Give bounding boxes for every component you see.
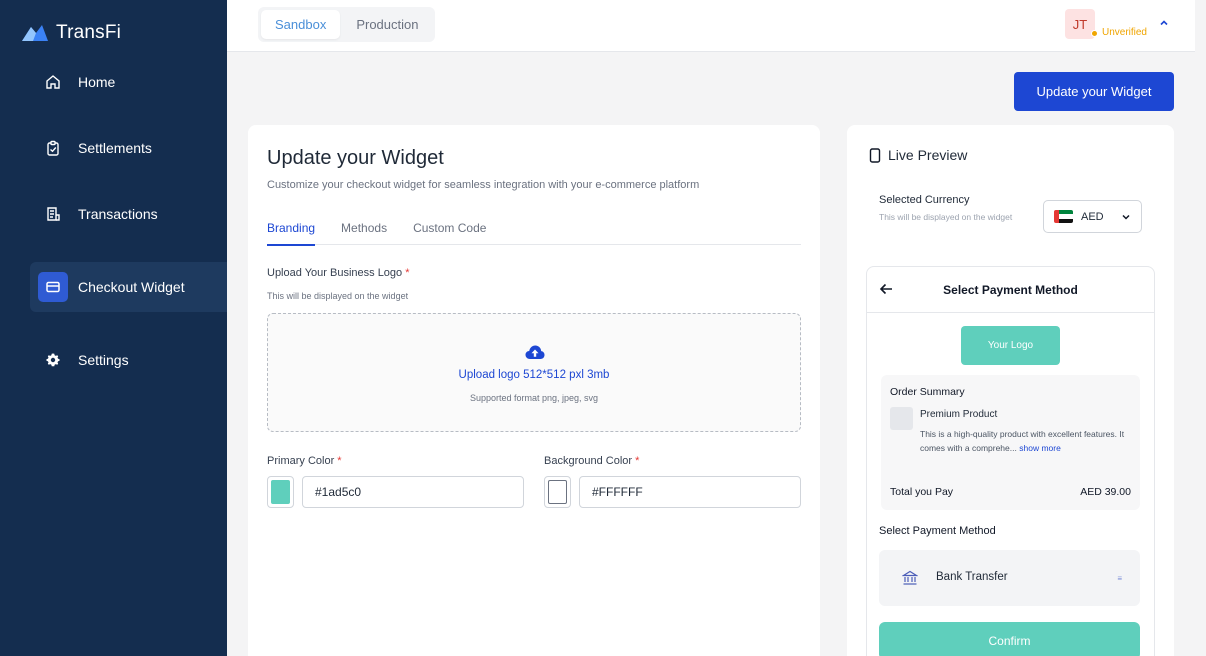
primary-color-label: Primary Color * xyxy=(267,455,342,467)
sidebar-item-settings[interactable]: Settings xyxy=(30,335,227,385)
card-icon xyxy=(38,272,68,302)
bank-icon xyxy=(902,570,918,585)
gear-icon xyxy=(38,345,68,375)
status-dot xyxy=(1090,30,1098,37)
product-description: This is a high-quality product with exce… xyxy=(920,427,1128,455)
logo-field-hint: This will be displayed on the widget xyxy=(267,291,409,301)
confirm-button[interactable]: Confirm xyxy=(879,622,1140,656)
sidebar-item-transactions[interactable]: Transactions xyxy=(30,189,227,239)
avatar-initials: JT xyxy=(1072,16,1088,32)
home-icon xyxy=(38,67,68,97)
product-thumbnail xyxy=(890,407,913,430)
background-color-label-text: Background Color xyxy=(544,455,633,467)
sidebar-item-label: Transactions xyxy=(78,206,158,222)
background-color-swatch[interactable] xyxy=(544,476,571,508)
chevron-up-icon[interactable] xyxy=(1159,18,1169,28)
user-menu[interactable]: JT Unverified xyxy=(1064,9,1169,39)
scrollbar-track[interactable] xyxy=(1195,0,1206,656)
required-mark: * xyxy=(635,455,640,467)
update-widget-button[interactable]: Update your Widget xyxy=(1014,72,1174,111)
widget-header: Select Payment Method xyxy=(867,267,1154,313)
topbar: Sandbox Production JT Unverified xyxy=(227,0,1195,52)
brand-name: TransFi xyxy=(56,22,122,43)
logo-field-label: Upload Your Business Logo * xyxy=(267,267,410,279)
tab-methods[interactable]: Methods xyxy=(341,221,387,245)
user-status: Unverified xyxy=(1101,26,1147,38)
uae-flag-icon xyxy=(1054,210,1073,223)
widget-editor-card: Update your Widget Customize your checko… xyxy=(248,125,820,656)
currency-label: Selected Currency xyxy=(879,194,970,206)
product-name: Premium Product xyxy=(920,409,998,420)
total-label: Total you Pay xyxy=(890,486,954,498)
page-subtitle: Customize your checkout widget for seaml… xyxy=(267,179,700,191)
environment-switch: Sandbox Production xyxy=(258,7,436,42)
logo-dropzone[interactable]: Upload logo 512*512 pxl 3mb Supported fo… xyxy=(267,313,801,432)
upload-logo-link[interactable]: Upload logo 512*512 pxl 3mb xyxy=(268,369,800,381)
sidebar: TransFi Home Settlements Transactions Ch… xyxy=(0,0,227,656)
tab-branding[interactable]: Branding xyxy=(267,221,316,246)
upload-format-hint: Supported format png, jpeg, svg xyxy=(469,393,599,403)
payment-method-title: Select Payment Method xyxy=(879,525,996,537)
payment-option-badge: ≡ xyxy=(1117,574,1122,583)
tab-custom-code[interactable]: Custom Code xyxy=(413,221,486,245)
required-mark: * xyxy=(405,267,410,279)
receipt-icon xyxy=(38,199,68,229)
tab-sandbox[interactable]: Sandbox xyxy=(261,10,341,39)
currency-hint: This will be displayed on the widget xyxy=(879,212,1013,222)
primary-color-label-text: Primary Color xyxy=(267,455,335,467)
tab-production[interactable]: Production xyxy=(342,10,432,39)
primary-color-input[interactable] xyxy=(302,476,524,508)
logo-label-text: Upload Your Business Logo xyxy=(267,267,403,279)
background-color-input[interactable] xyxy=(579,476,801,508)
avatar[interactable]: JT xyxy=(1064,9,1098,39)
sidebar-item-settlements[interactable]: Settlements xyxy=(30,123,227,173)
sidebar-item-label: Settings xyxy=(78,352,129,368)
widget-logo-placeholder: Your Logo xyxy=(961,326,1060,365)
currency-value: AED xyxy=(1081,210,1104,223)
payment-option-label: Bank Transfer xyxy=(936,571,1008,583)
show-more-link[interactable]: show more xyxy=(1019,443,1061,453)
widget-title: Select Payment Method xyxy=(943,283,1078,297)
live-preview-card: Live Preview Selected Currency This will… xyxy=(847,125,1174,656)
sidebar-item-checkout-widget[interactable]: Checkout Widget xyxy=(30,262,227,312)
sidebar-item-home[interactable]: Home xyxy=(30,57,227,107)
required-mark: * xyxy=(337,455,342,467)
sidebar-item-label: Home xyxy=(78,74,116,90)
brand[interactable]: TransFi xyxy=(22,22,121,44)
payment-option-bank-transfer[interactable]: Bank Transfer ≡ xyxy=(879,550,1140,606)
order-summary-title: Order Summary xyxy=(890,386,965,398)
background-color-label: Background Color * xyxy=(544,455,639,467)
live-preview-title-text: Live Preview xyxy=(888,147,968,163)
primary-color-swatch-fill xyxy=(271,480,290,504)
widget-preview: Select Payment Method Your Logo Order Su… xyxy=(866,266,1155,656)
clipboard-check-icon xyxy=(38,133,68,163)
background-color-swatch-fill xyxy=(548,480,567,504)
cloud-upload-icon xyxy=(525,345,545,359)
currency-select[interactable]: AED xyxy=(1043,200,1142,233)
chevron-down-icon xyxy=(1122,214,1130,220)
live-preview-title: Live Preview xyxy=(869,147,967,163)
sidebar-item-label: Settlements xyxy=(78,140,152,156)
phone-icon xyxy=(869,147,881,163)
page-title: Update your Widget xyxy=(267,147,444,169)
order-summary: Order Summary Premium Product This is a … xyxy=(881,375,1140,510)
sidebar-item-label: Checkout Widget xyxy=(78,279,185,295)
editor-tabs: Branding Methods Custom Code xyxy=(267,221,801,246)
primary-color-swatch[interactable] xyxy=(267,476,294,508)
total-value: AED 39.00 xyxy=(1080,486,1131,498)
transfi-logo xyxy=(22,25,48,41)
